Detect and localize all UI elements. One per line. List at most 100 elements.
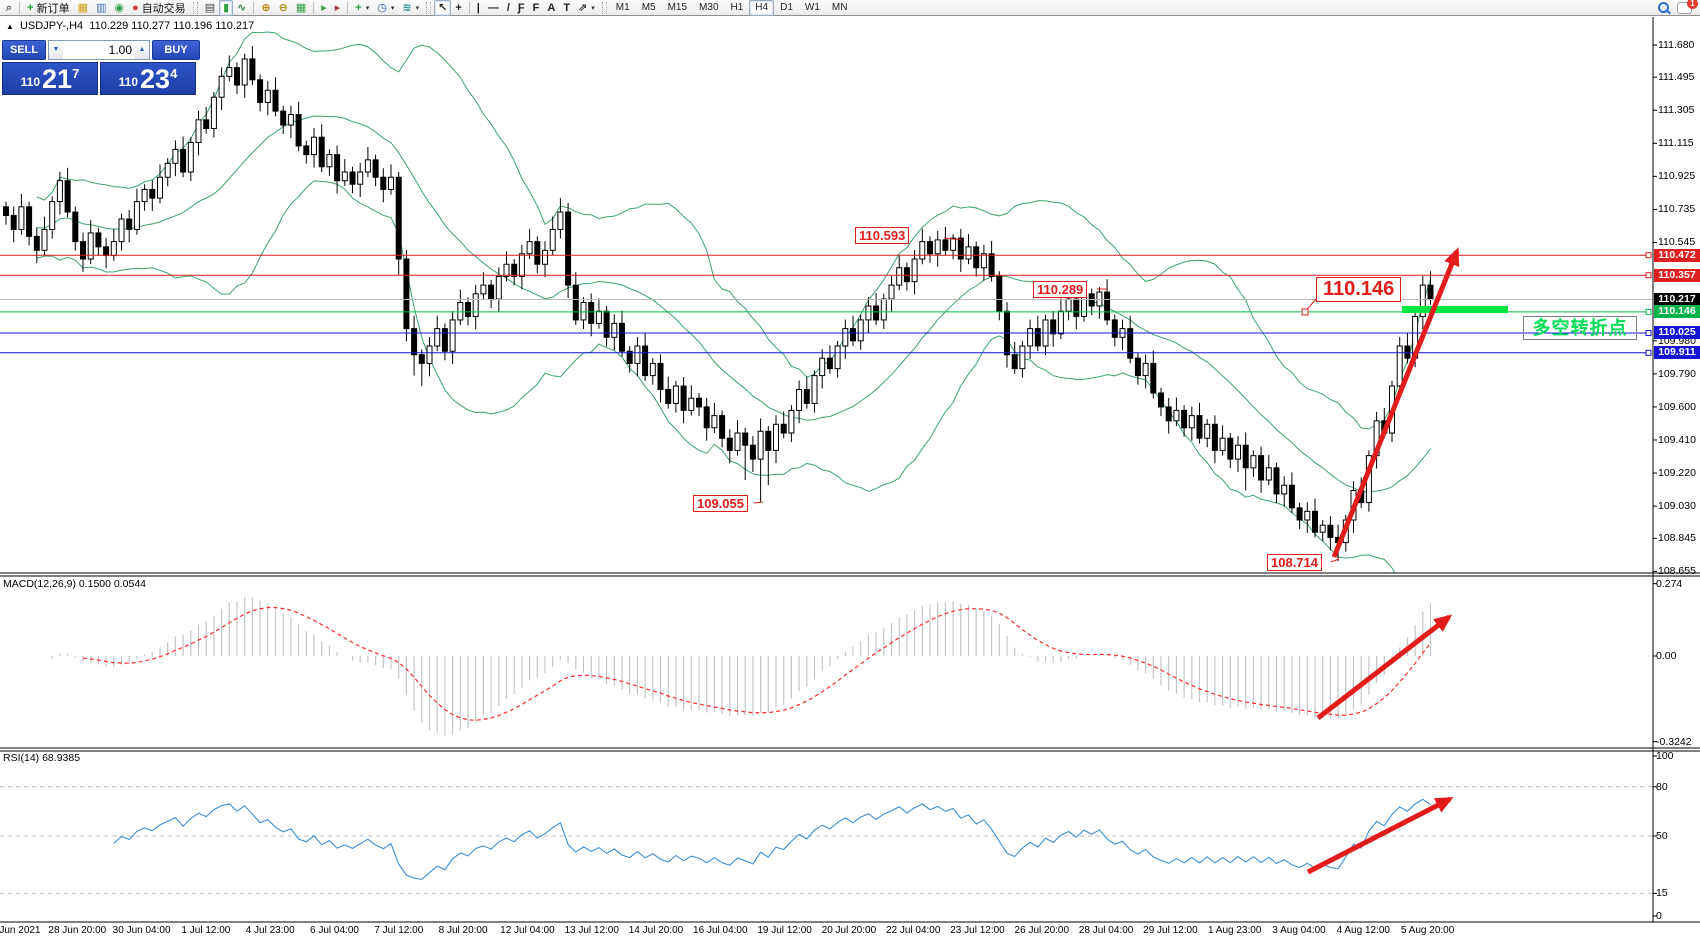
buy-price-quote[interactable]: 110 23 4 bbox=[100, 62, 196, 95]
macd-indicator-label: MACD(12,26,9) 0.1500 0.0544 bbox=[3, 578, 146, 590]
timeframe-h4-button[interactable]: H4 bbox=[749, 0, 774, 16]
sell-button[interactable]: SELL bbox=[2, 40, 46, 60]
market-watch-icon[interactable]: ▦ bbox=[74, 0, 92, 16]
time-axis-label: 29 Jul 12:00 bbox=[1143, 925, 1198, 936]
fibo-fan-icon: F bbox=[533, 2, 540, 14]
arrows-button[interactable]: ⇗▾ bbox=[574, 0, 599, 16]
macd-axis-tick: 0.274 bbox=[1656, 578, 1682, 591]
timeframe-m30-button[interactable]: M30 bbox=[693, 0, 724, 16]
price-level-badge: 110.472 bbox=[1654, 249, 1700, 262]
chart-shift-icon: ▸ bbox=[335, 2, 341, 14]
vertical-line-icon: | bbox=[477, 2, 480, 14]
price-callout-label[interactable]: 108.714 bbox=[1267, 554, 1322, 571]
timeframe-m1-button[interactable]: M1 bbox=[610, 0, 636, 16]
time-axis-label: 30 Jun 04:00 bbox=[113, 925, 171, 936]
horizontal-line-icon: — bbox=[488, 2, 499, 14]
price-callout-label[interactable]: 110.289 bbox=[1033, 281, 1087, 298]
label-button[interactable]: T bbox=[559, 0, 574, 16]
price-axis-tick: 108.655 bbox=[1658, 565, 1696, 578]
period-clock-icon: ◷ bbox=[377, 2, 387, 14]
chart-shift-icon[interactable]: ▸ bbox=[331, 0, 345, 16]
magnifier-part-icon[interactable]: ⌕ bbox=[2, 0, 16, 16]
price-axis-tick: 109.030 bbox=[1658, 500, 1696, 513]
crosshair-button[interactable]: + bbox=[451, 0, 465, 16]
vertical-line-button[interactable]: | bbox=[473, 0, 484, 16]
timeframe-h1-button[interactable]: H1 bbox=[725, 0, 750, 16]
bar-chart-icon[interactable]: ▤ bbox=[201, 0, 219, 16]
timeframe-w1-button[interactable]: W1 bbox=[799, 0, 826, 16]
time-axis-label: 1 Jul 12:00 bbox=[181, 925, 230, 936]
signals-icon: ◉ bbox=[114, 2, 124, 14]
horizontal-line-button[interactable]: — bbox=[484, 0, 503, 16]
rsi-axis-tick: 50 bbox=[1656, 830, 1668, 843]
time-axis-label: 25 Jun 2021 bbox=[0, 925, 41, 936]
auto-scroll-icon: ▸ bbox=[321, 2, 327, 14]
zoom-out-icon[interactable]: ⊖ bbox=[275, 0, 292, 16]
timeframe-mn-button[interactable]: MN bbox=[826, 0, 854, 16]
toolbar-separator bbox=[426, 2, 431, 14]
time-axis-label: 7 Jul 12:00 bbox=[374, 925, 423, 936]
fibo-fan-button[interactable]: F bbox=[529, 0, 544, 16]
chart-canvas[interactable] bbox=[0, 0, 1700, 938]
notification-badge: 1 bbox=[1687, 0, 1698, 9]
price-axis-tick: 109.410 bbox=[1658, 434, 1696, 447]
price-callout-label[interactable]: 110.593 bbox=[855, 227, 909, 244]
buy-price-big: 23 bbox=[140, 66, 170, 93]
rsi-axis-tick: 80 bbox=[1656, 781, 1668, 794]
navigator-icon[interactable]: ▥ bbox=[92, 0, 110, 16]
chevron-down-icon: ▾ bbox=[591, 4, 595, 12]
buy-button[interactable]: BUY bbox=[152, 40, 200, 60]
line-chart-icon[interactable]: ∿ bbox=[233, 0, 250, 16]
timeframe-m5-button[interactable]: M5 bbox=[636, 0, 662, 16]
tile-windows-icon[interactable]: ▦ bbox=[292, 0, 310, 16]
text-button[interactable]: A bbox=[543, 0, 559, 16]
bar-chart-icon: ▤ bbox=[205, 2, 215, 14]
search-icon[interactable] bbox=[1658, 2, 1669, 13]
zoom-in-icon[interactable]: ⊕ bbox=[257, 0, 274, 16]
text-icon: A bbox=[547, 2, 555, 14]
templates-button[interactable]: ≋▾ bbox=[398, 0, 423, 16]
lot-increase-button[interactable]: ▲ bbox=[135, 41, 149, 59]
turning-point-note[interactable]: 多空转折点 bbox=[1523, 316, 1637, 340]
price-axis-tick: 110.545 bbox=[1658, 236, 1695, 249]
auto-scroll-icon[interactable]: ▸ bbox=[317, 0, 331, 16]
time-axis-label: 22 Jul 04:00 bbox=[886, 925, 941, 936]
new-order-button[interactable]: +新订单 bbox=[23, 0, 73, 16]
time-axis-label: 6 Jul 04:00 bbox=[310, 925, 359, 936]
timeframe-d1-button[interactable]: D1 bbox=[774, 0, 799, 16]
price-axis-tick: 109.600 bbox=[1658, 401, 1696, 414]
period-clock-button[interactable]: ◷▾ bbox=[373, 0, 398, 16]
price-level-badge: 110.146 bbox=[1654, 305, 1700, 318]
candle-chart-icon[interactable]: ▮ bbox=[219, 0, 233, 16]
trendline-button[interactable]: / bbox=[503, 0, 514, 16]
collapse-triangle-icon[interactable]: ▲ bbox=[6, 22, 14, 31]
auto-trading-icon: ● bbox=[132, 2, 139, 14]
time-axis-label: 23 Jul 12:00 bbox=[950, 925, 1005, 936]
cursor-button[interactable]: ↖ bbox=[434, 0, 451, 16]
toolbar-separator bbox=[313, 2, 314, 14]
sell-price-quote[interactable]: 110 21 7 bbox=[2, 62, 98, 95]
lot-size-stepper: ▼ 1.00 ▲ bbox=[48, 40, 150, 60]
lot-size-value[interactable]: 1.00 bbox=[63, 41, 135, 59]
time-axis-label: 1 Aug 23:00 bbox=[1208, 925, 1261, 936]
time-axis-label: 3 Aug 04:00 bbox=[1272, 925, 1325, 936]
chevron-down-icon: ▾ bbox=[366, 4, 370, 12]
auto-trading-button[interactable]: ●自动交易 bbox=[128, 0, 190, 16]
signals-icon[interactable]: ◉ bbox=[110, 0, 128, 16]
zoom-out-icon: ⊖ bbox=[279, 2, 288, 14]
fibo-button[interactable]: Ƒ bbox=[514, 0, 529, 16]
line-chart-icon: ∿ bbox=[237, 2, 246, 14]
price-axis-tick: 111.495 bbox=[1658, 71, 1694, 84]
lot-decrease-button[interactable]: ▼ bbox=[49, 41, 63, 59]
time-axis-label: 4 Aug 12:00 bbox=[1337, 925, 1390, 936]
toolbar-separator bbox=[347, 2, 348, 14]
new-chart-button[interactable]: +▾ bbox=[351, 0, 373, 16]
timeframe-m15-button[interactable]: M15 bbox=[662, 0, 693, 16]
key-level-price-label[interactable]: 110.146 bbox=[1316, 277, 1401, 302]
price-callout-label[interactable]: 109.055 bbox=[693, 495, 748, 512]
new-order-button-label: 新订单 bbox=[37, 0, 70, 16]
chart-title: ▲ USDJPY-,H4 110.229 110.277 110.196 110… bbox=[6, 20, 254, 32]
chart-title-symbol: USDJPY-,H4 bbox=[20, 20, 83, 32]
chat-icon[interactable]: 1 bbox=[1677, 2, 1692, 14]
price-axis-tick: 109.220 bbox=[1658, 467, 1696, 480]
